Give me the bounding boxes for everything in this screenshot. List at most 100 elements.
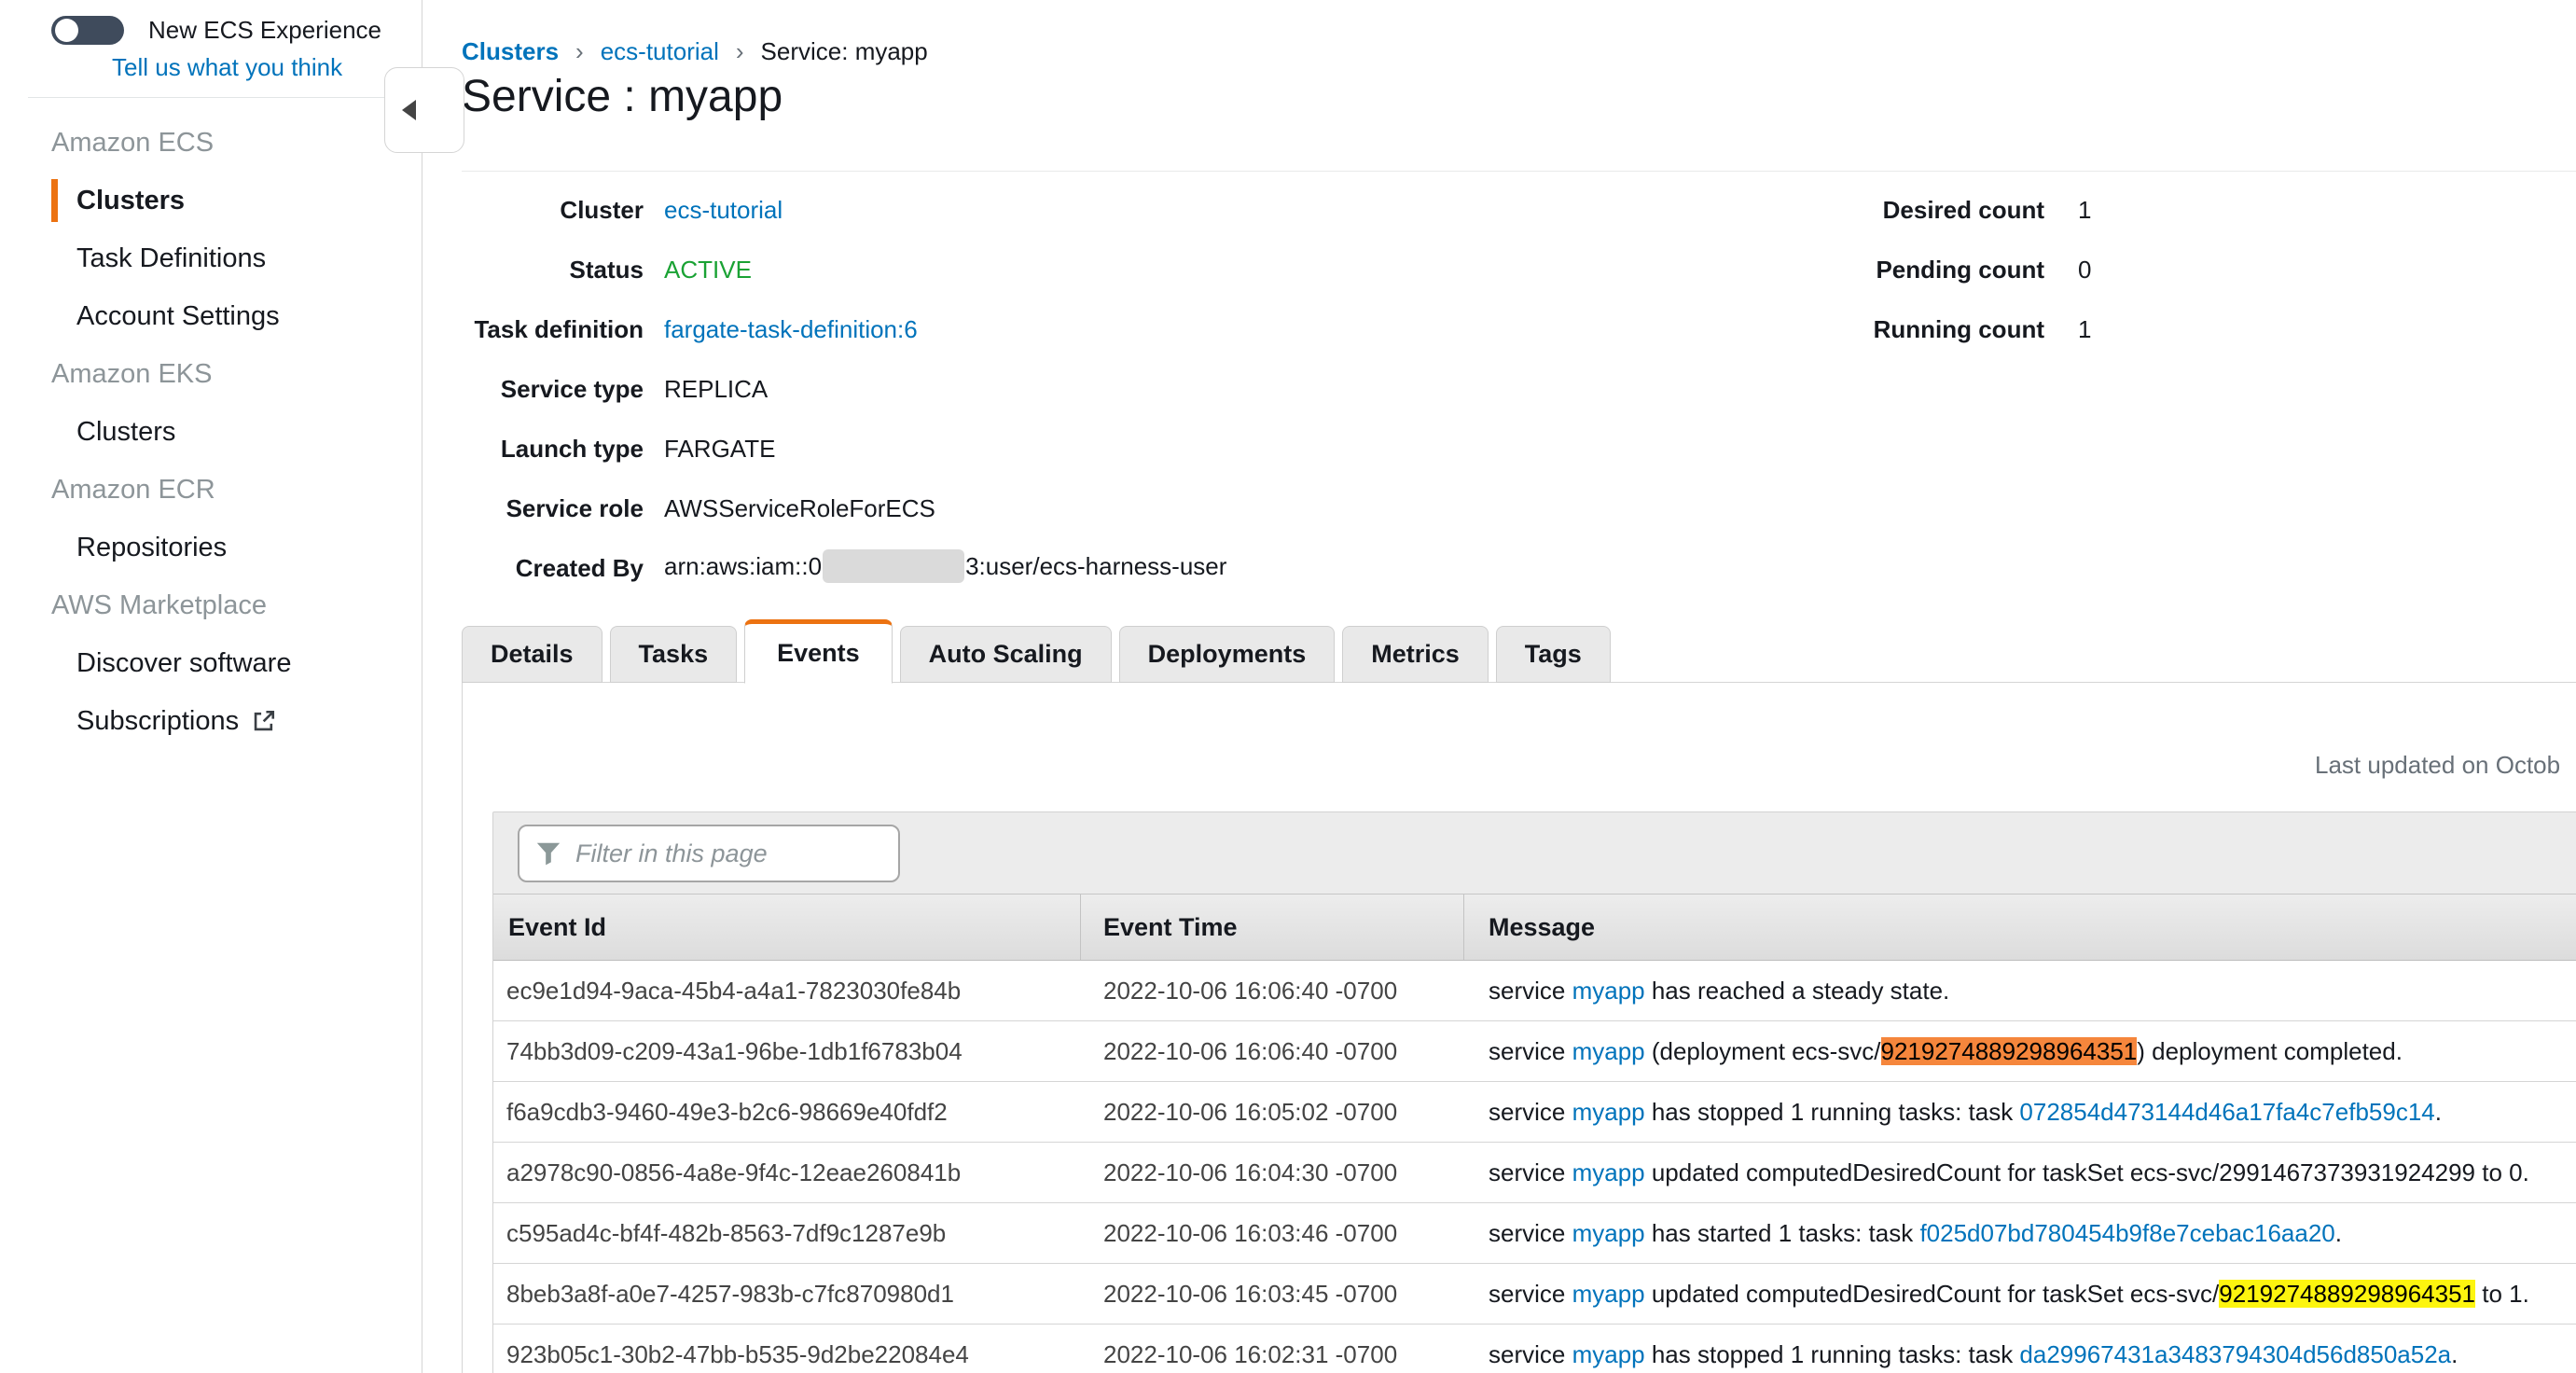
breadcrumb-item-clusters[interactable]: Clusters [462, 37, 559, 66]
message-link[interactable]: myapp [1572, 1158, 1645, 1186]
message-link[interactable]: myapp [1572, 1098, 1645, 1126]
status-value: ACTIVE [664, 256, 752, 284]
event-id-cell: c595ad4c-bf4f-482b-8563-7df9c1287e9b [493, 1219, 1081, 1248]
sidebar-item-clusters[interactable]: Clusters [0, 403, 422, 461]
events-table: Event Id Event Time Message ec9e1d94-9ac… [493, 894, 2576, 1373]
tab-tags[interactable]: Tags [1496, 626, 1611, 683]
sidebar-item-discover-software[interactable]: Discover software [0, 634, 422, 692]
search-highlight: 9219274889298964351 [2219, 1280, 2475, 1308]
detail-row: StatusACTIVE [462, 240, 1226, 299]
service-type-value: REPLICA [664, 375, 768, 403]
message-link[interactable]: myapp [1572, 1219, 1645, 1247]
message-cell: service myapp has reached a steady state… [1464, 977, 2576, 1005]
table-row: 923b05c1-30b2-47bb-b535-9d2be22084e42022… [493, 1324, 2576, 1373]
count-row: Desired count1 [1828, 180, 2091, 240]
sidebar-divider [28, 97, 394, 98]
events-tab-panel: Last updated on Octob Event Id Event Tim… [462, 682, 2576, 1373]
tab-tasks[interactable]: Tasks [610, 626, 738, 683]
collapse-arrow-icon [402, 100, 416, 120]
detail-row: Task definitionfargate-task-definition:6 [462, 299, 1226, 359]
detail-value: AWSServiceRoleForECS [664, 494, 935, 523]
detail-label: Created By [462, 554, 644, 583]
sidebar-item-label: Task Definitions [76, 229, 266, 287]
new-ecs-experience-toggle[interactable] [51, 16, 124, 45]
tab-deployments[interactable]: Deployments [1119, 626, 1336, 683]
message-text: updated computedDesiredCount for taskSet… [1645, 1280, 2220, 1308]
message-text: has reached a steady state. [1645, 977, 1950, 1005]
event-time-cell: 2022-10-06 16:06:40 -0700 [1081, 1037, 1464, 1066]
column-header-event-id: Event Id [493, 895, 1081, 960]
breadcrumb-item-ecs-tutorial[interactable]: ecs-tutorial [601, 37, 719, 66]
detail-value: REPLICA [664, 375, 768, 404]
message-link[interactable]: myapp [1572, 1280, 1645, 1308]
message-link[interactable]: myapp [1572, 1037, 1645, 1065]
message-text: has stopped 1 running tasks: task [1645, 1340, 2020, 1368]
detail-value: ACTIVE [664, 256, 752, 284]
detail-row: Launch type FARGATE [462, 419, 1226, 478]
message-text: . [2335, 1219, 2342, 1247]
tab-details[interactable]: Details [462, 626, 602, 683]
message-link[interactable]: da29967431a3483794304d56d850a52a [2019, 1340, 2451, 1368]
launch-type-value: FARGATE [664, 435, 775, 463]
message-text: ) deployment completed. [2137, 1037, 2403, 1065]
message-link[interactable]: myapp [1572, 1340, 1645, 1368]
tab-metrics[interactable]: Metrics [1342, 626, 1489, 683]
message-text: service [1489, 1158, 1572, 1186]
event-id-cell: 8beb3a8f-a0e7-4257-983b-c7fc870980d1 [493, 1280, 1081, 1309]
sidebar: New ECS Experience Tell us what you thin… [0, 0, 422, 1373]
table-header-row: Event Id Event Time Message [493, 894, 2576, 961]
detail-value: fargate-task-definition:6 [664, 315, 918, 344]
message-cell: service myapp has stopped 1 running task… [1464, 1340, 2576, 1369]
toggle-knob-icon [55, 19, 78, 42]
filter-field [518, 825, 900, 882]
message-text: service [1489, 1037, 1572, 1065]
message-text: has started 1 tasks: task [1645, 1219, 1920, 1247]
sidebar-item-label: Account Settings [76, 287, 280, 345]
detail-label: Service role [462, 494, 644, 523]
desired-count-value: 1 [2078, 196, 2091, 225]
service-role-value: AWSServiceRoleForECS [664, 494, 935, 522]
sidebar-item-task-definitions[interactable]: Task Definitions [0, 229, 422, 287]
created-by-prefix: arn:aws:iam::0 [664, 552, 822, 580]
last-updated-text: Last updated on Octob [2315, 751, 2560, 780]
tab-auto-scaling[interactable]: Auto Scaling [900, 626, 1112, 683]
events-table-body: ec9e1d94-9aca-45b4-a4a1-7823030fe84b2022… [493, 961, 2576, 1373]
message-text: service [1489, 1280, 1572, 1308]
sidebar-section-header-amazon-eks: Amazon EKS [0, 345, 422, 403]
table-row: a2978c90-0856-4a8e-9f4c-12eae260841b2022… [493, 1143, 2576, 1203]
table-row: c595ad4c-bf4f-482b-8563-7df9c1287e9b2022… [493, 1203, 2576, 1264]
message-link[interactable]: 072854d473144d46a17fa4c7efb59c14 [2019, 1098, 2434, 1126]
event-time-cell: 2022-10-06 16:06:40 -0700 [1081, 977, 1464, 1005]
message-cell: service myapp has started 1 tasks: task … [1464, 1219, 2576, 1248]
detail-value: arn:aws:iam::0 3:user/ecs-harness-user [664, 549, 1226, 587]
events-table-widget: Event Id Event Time Message ec9e1d94-9ac… [492, 811, 2576, 1373]
tab-events[interactable]: Events [744, 619, 893, 684]
breadcrumb: Clusters›ecs-tutorial›Service: myapp [462, 37, 928, 66]
ecs-console-page: New ECS Experience Tell us what you thin… [0, 0, 2576, 1373]
sidebar-item-label: Clusters [76, 172, 185, 229]
message-cell: service myapp (deployment ecs-svc/921927… [1464, 1037, 2576, 1066]
task-definition-value[interactable]: fargate-task-definition:6 [664, 315, 918, 343]
message-link[interactable]: f025d07bd780454b9f8e7cebac16aa20 [1919, 1219, 2334, 1247]
table-row: f6a9cdb3-9460-49e3-b2c6-98669e40fdf22022… [493, 1082, 2576, 1143]
sidebar-nav: Amazon ECSClustersTask DefinitionsAccoun… [0, 114, 422, 750]
sidebar-item-repositories[interactable]: Repositories [0, 519, 422, 576]
feedback-link[interactable]: Tell us what you think [112, 53, 342, 82]
event-time-cell: 2022-10-06 16:03:46 -0700 [1081, 1219, 1464, 1248]
count-row: Running count1 [1828, 299, 2091, 359]
sidebar-item-subscriptions[interactable]: Subscriptions [0, 692, 422, 750]
message-cell: service myapp updated computedDesiredCou… [1464, 1158, 2576, 1187]
event-id-cell: a2978c90-0856-4a8e-9f4c-12eae260841b [493, 1158, 1081, 1187]
cluster-value[interactable]: ecs-tutorial [664, 196, 782, 224]
message-text: service [1489, 1340, 1572, 1368]
sidebar-item-account-settings[interactable]: Account Settings [0, 287, 422, 345]
created-by-suffix: 3:user/ecs-harness-user [965, 552, 1226, 580]
sidebar-item-clusters[interactable]: Clusters [0, 172, 422, 229]
filter-input[interactable] [518, 825, 900, 882]
message-link[interactable]: myapp [1572, 977, 1645, 1005]
breadcrumb-item-service-myapp: Service: myapp [761, 37, 928, 66]
detail-label: Launch type [462, 435, 644, 464]
table-row: ec9e1d94-9aca-45b4-a4a1-7823030fe84b2022… [493, 961, 2576, 1021]
external-link-icon [252, 709, 276, 733]
sidebar-collapse-button[interactable] [384, 67, 464, 153]
